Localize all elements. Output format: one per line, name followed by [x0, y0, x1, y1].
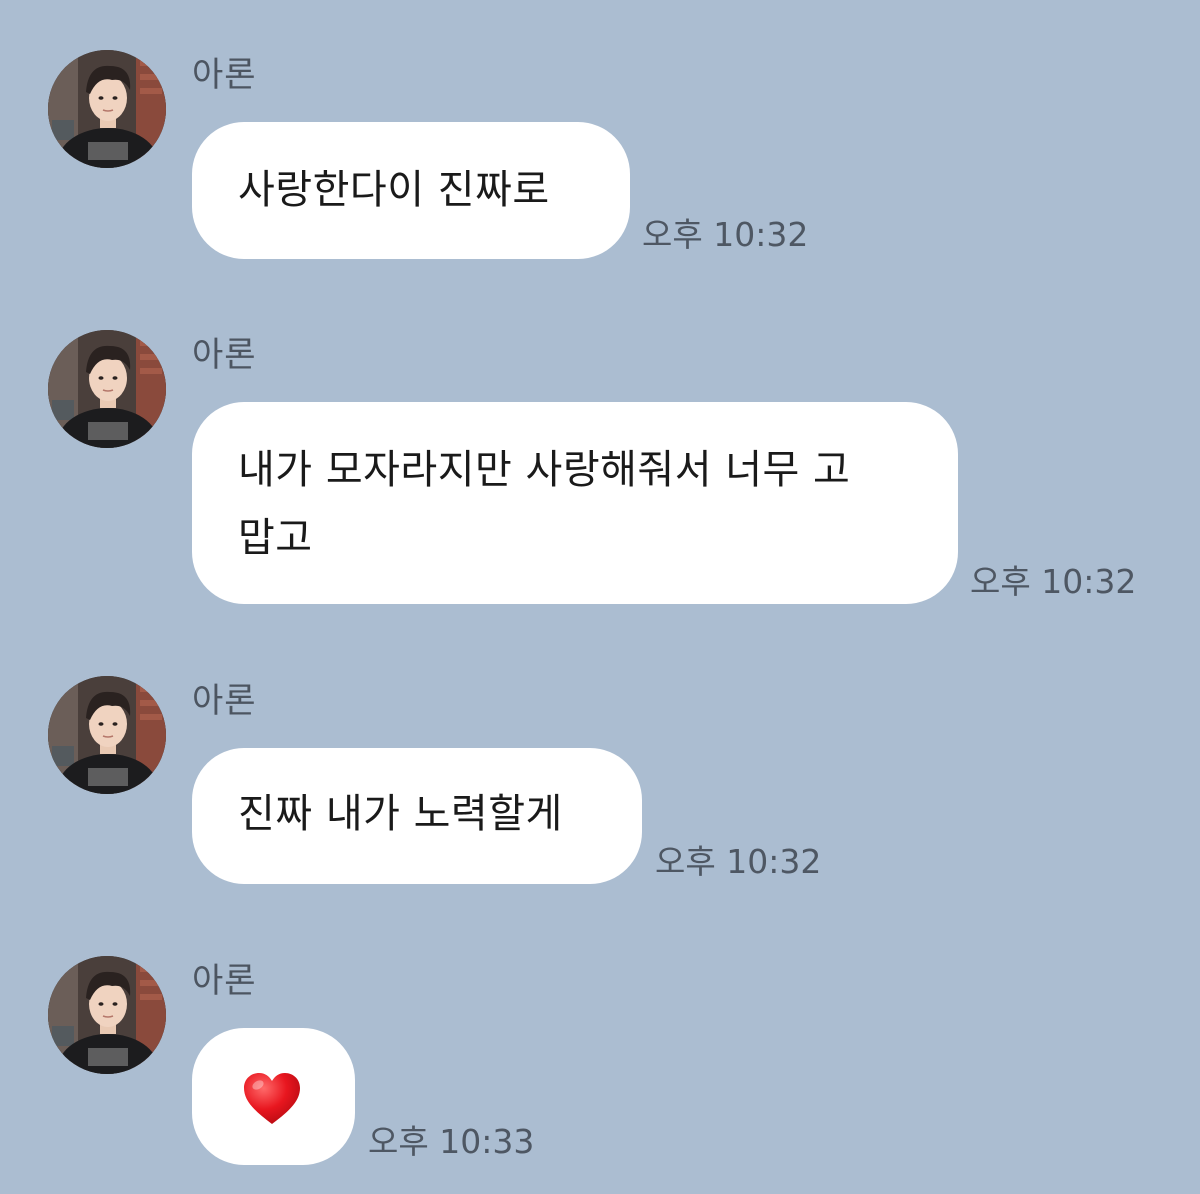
message-timestamp: 오후 10:33	[368, 1122, 535, 1161]
message-bubble[interactable]	[192, 1028, 355, 1165]
heart-icon	[243, 1072, 301, 1126]
avatar-photo	[48, 330, 166, 448]
avatar[interactable]	[48, 330, 166, 448]
message-bubble[interactable]: 내가 모자라지만 사랑해줘서 너무 고 맙고	[192, 402, 958, 604]
sender-name: 아론	[192, 335, 257, 375]
chat-message: 아론 진짜 내가 노력할게 오후 10:32	[0, 676, 1200, 891]
sender-name: 아론	[192, 55, 257, 95]
sender-name: 아론	[192, 961, 257, 1001]
chat-message: 아론 사랑한다이 진짜로 오후 10:32	[0, 50, 1200, 265]
message-bubble[interactable]: 사랑한다이 진짜로	[192, 122, 630, 259]
chat-thread: 아론 사랑한다이 진짜로 오후 10:32 아론 내가 모자라지만 사랑해줘서 …	[0, 0, 1200, 1194]
avatar-photo	[48, 676, 166, 794]
sender-name: 아론	[192, 681, 257, 721]
chat-message: 아론 내가 모자라지만 사랑해줘서 너무 고 맙고 오후 10:32	[0, 330, 1200, 610]
message-text: 진짜 내가 노력할게	[238, 791, 563, 837]
message-text: 내가 모자라지만 사랑해줘서 너무 고 맙고	[238, 447, 851, 561]
message-text: 사랑한다이 진짜로	[238, 167, 550, 213]
message-bubble[interactable]: 진짜 내가 노력할게	[192, 748, 642, 884]
avatar[interactable]	[48, 956, 166, 1074]
chat-message: 아론 오후 10:33	[0, 956, 1200, 1171]
avatar-photo	[48, 50, 166, 168]
message-timestamp: 오후 10:32	[642, 215, 809, 254]
message-timestamp: 오후 10:32	[970, 562, 1137, 601]
message-timestamp: 오후 10:32	[655, 842, 822, 881]
avatar[interactable]	[48, 676, 166, 794]
avatar[interactable]	[48, 50, 166, 168]
avatar-photo	[48, 956, 166, 1074]
